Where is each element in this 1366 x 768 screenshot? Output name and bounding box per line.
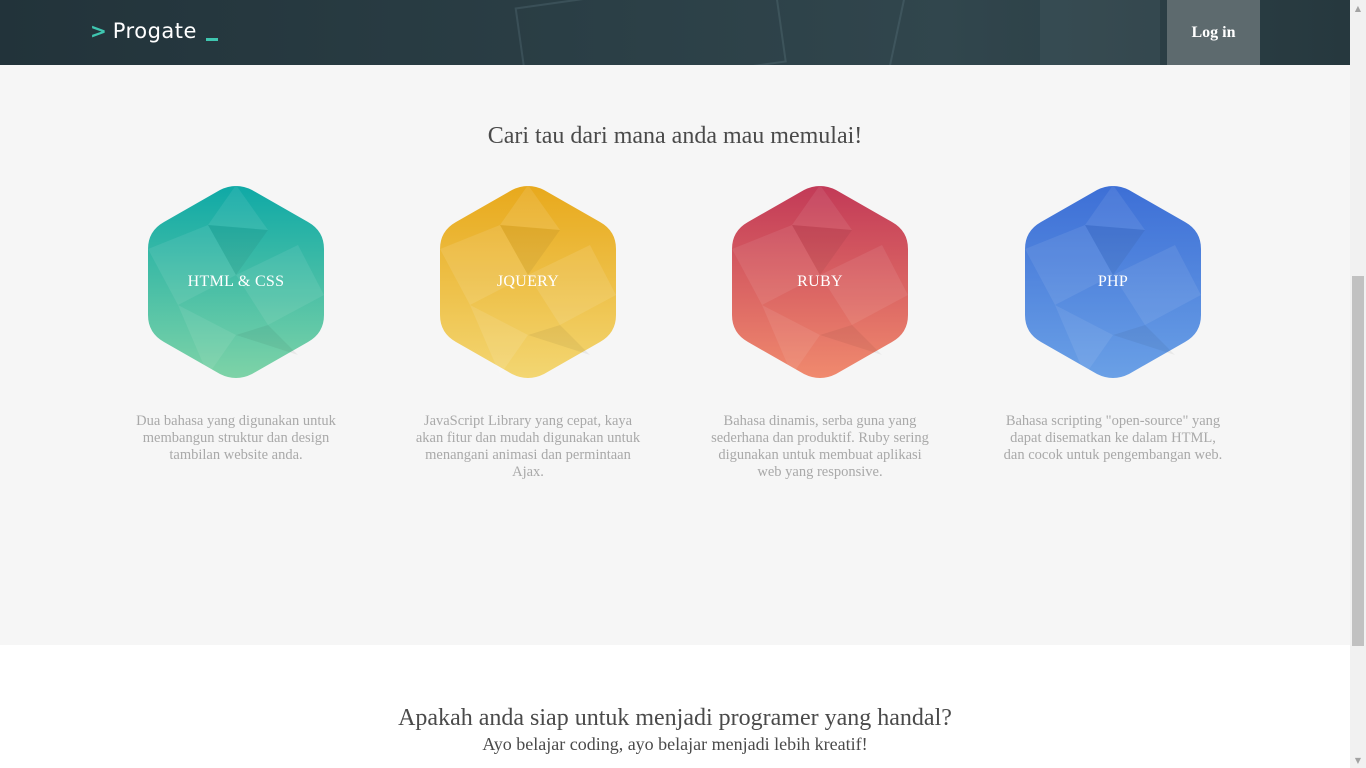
login-button[interactable]: Log in [1167,0,1260,65]
scroll-down-icon[interactable]: ▼ [1350,752,1366,768]
progate-logo[interactable]: > Progate [90,16,218,46]
scrollbar-thumb[interactable] [1352,276,1364,646]
logo-chevron-icon: > [90,19,107,43]
course-description: JavaScript Library yang cepat, kaya akan… [415,413,641,480]
course-description: Dua bahasa yang digunakan untuk membangu… [136,413,336,463]
course-label: JQUERY [496,273,560,290]
course-card-php[interactable]: PHP Bahasa scripting "open-source" yang … [993,185,1233,464]
course-hexagon[interactable]: HTML & CSS [148,185,324,379]
course-card-ruby[interactable]: RUBY Bahasa dinamis, serba guna yang sed… [700,185,940,481]
top-navbar: > Progate Log in [0,0,1350,65]
cta-subheading: Ayo belajar coding, ayo belajar menjadi … [482,734,868,754]
course-description: Bahasa dinamis, serba guna yang sederhan… [711,413,929,480]
course-description: Bahasa scripting "open-source" yang dapa… [1003,413,1223,463]
course-card-html-css[interactable]: HTML & CSS Dua bahasa yang digunakan unt… [116,185,356,464]
course-hexagon[interactable]: PHP [1025,185,1201,379]
course-label: HTML & CSS [187,273,285,290]
courses-heading: Cari tau dari mana anda mau memulai! [487,123,863,149]
course-hexagon[interactable]: JQUERY [440,185,616,379]
course-card-jquery[interactable]: JQUERY JavaScript Library yang cepat, ka… [408,185,648,481]
cta-heading: Apakah anda siap untuk menjadi programer… [398,705,952,731]
logo-text: Progate [112,19,197,43]
logo-cursor-icon [205,37,218,41]
cta-section: Apakah anda siap untuk menjadi programer… [0,645,1350,768]
scroll-up-icon[interactable]: ▲ [1350,0,1366,16]
course-hexagon[interactable]: RUBY [732,185,908,379]
course-label: RUBY [797,273,843,290]
page-scrollbar[interactable]: ▲ ▼ [1350,0,1366,768]
courses-section: Cari tau dari mana anda mau memulai! HTM… [0,65,1350,645]
course-label: PHP [1097,273,1129,290]
